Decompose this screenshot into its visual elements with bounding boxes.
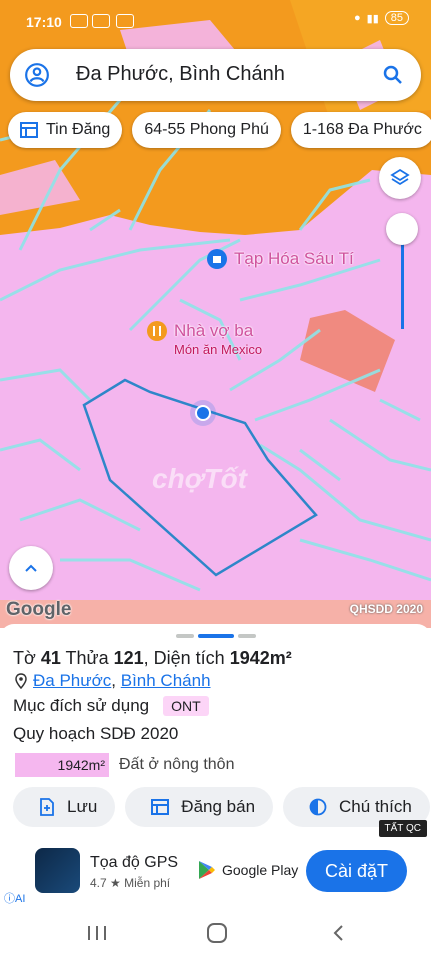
- sheet-handle[interactable]: [176, 634, 256, 638]
- status-time: 17:10: [26, 14, 62, 30]
- status-bar: 17:10 ● ▮▮ 85: [0, 0, 431, 44]
- contrast-icon: [309, 798, 327, 816]
- status-icons: ● ▮▮ 85: [354, 11, 409, 25]
- poi-sublabel: Món ăn Mexico: [174, 342, 263, 357]
- layers-button[interactable]: [379, 157, 421, 199]
- district-link[interactable]: Bình Chánh: [121, 671, 211, 690]
- search-query[interactable]: Đa Phước, Bình Chánh: [76, 63, 285, 86]
- location-pin-icon: [15, 673, 27, 689]
- land-use-purpose: Mục đích sử dụng ONT: [13, 696, 209, 716]
- account-icon[interactable]: [24, 62, 50, 88]
- search-icon[interactable]: [381, 63, 405, 87]
- legend-desc: Đất ở nông thôn: [119, 756, 235, 773]
- poi-store[interactable]: Tạp Hóa Sáu Tí: [206, 248, 354, 270]
- map-view[interactable]: 17:10 ● ▮▮ 85 Đa Phước, Bình Chánh Tin Đ…: [0, 0, 431, 628]
- chip-label: 64-55 Phong Phú: [144, 121, 269, 138]
- poi-restaurant[interactable]: Nhà vợ ba: [146, 320, 253, 342]
- poi-label: Nhà vợ ba: [174, 321, 254, 340]
- land-use-code: ONT: [163, 696, 209, 716]
- close-ad-button[interactable]: TẤT QC: [378, 820, 427, 837]
- plan-legend: 1942m² Đất ở nông thôn: [15, 753, 234, 777]
- chip-label: 1-168 Đa Phước: [302, 121, 422, 138]
- chip-address[interactable]: 64-55 Phong Phú: [132, 112, 281, 148]
- opacity-slider-handle[interactable]: [386, 213, 418, 245]
- system-nav-bar: [0, 906, 431, 960]
- notification-icon: [70, 14, 88, 28]
- back-button[interactable]: [329, 923, 349, 943]
- google-logo: Google: [6, 599, 72, 620]
- ad-app-name: Tọa độ GPS: [90, 854, 179, 871]
- google-play-badge: Google Play: [198, 860, 298, 880]
- ad-rating: 4.7 ★ Miễn phí: [90, 876, 171, 890]
- expand-up-button[interactable]: [9, 546, 53, 590]
- post-sale-button[interactable]: Đăng bán: [125, 787, 274, 827]
- recent-apps-button[interactable]: [88, 926, 106, 940]
- google-play-icon: [199, 861, 215, 879]
- my-location-dot: [190, 400, 216, 426]
- action-row: Lưu Đăng bán Chú thích: [13, 787, 430, 827]
- parcel-location: Đa Phước, Bình Chánh: [15, 671, 211, 691]
- chevron-up-icon: [25, 564, 37, 572]
- notification-icon: [116, 14, 134, 28]
- home-button[interactable]: [207, 923, 227, 943]
- listing-icon: [151, 799, 170, 815]
- poi-label: Tạp Hóa Sáu Tí: [234, 249, 354, 268]
- location-icon: ●: [353, 12, 361, 24]
- watermark-logo: chợTốt: [152, 463, 248, 494]
- chip-listings[interactable]: Tin Đăng: [8, 112, 123, 148]
- listing-icon: [20, 122, 38, 138]
- signal-icon: ▮▮: [366, 12, 379, 25]
- chip-address[interactable]: 1-168 Đa Phước: [290, 112, 431, 148]
- legend-swatch: 1942m²: [15, 753, 109, 777]
- save-icon: [40, 798, 54, 816]
- install-button[interactable]: Cài đặT: [306, 850, 407, 892]
- restaurant-pin-icon: [147, 321, 167, 341]
- parcel-title: Tờ 41 Thửa 121, Diện tích 1942m²: [13, 648, 292, 668]
- battery-icon: 85: [384, 11, 409, 25]
- ad-info-icon[interactable]: ⓘAI: [4, 890, 25, 906]
- parcel-info-sheet: Tờ 41 Thửa 121, Diện tích 1942m² Đa Phướ…: [0, 624, 431, 827]
- commune-link[interactable]: Đa Phước: [33, 671, 111, 690]
- save-button[interactable]: Lưu: [13, 787, 116, 827]
- chip-label: Tin Đăng: [46, 121, 111, 138]
- chip-row: Tin Đăng 64-55 Phong Phú 1-168 Đa Phước: [8, 112, 431, 148]
- plan-title: Quy hoạch SDĐ 2020: [13, 724, 179, 743]
- shop-pin-icon: [207, 249, 227, 269]
- notification-icon: [92, 14, 110, 28]
- ad-banner[interactable]: Tọa độ GPS 4.7 ★ Miễn phí Google Play Cà…: [0, 838, 431, 906]
- layer-name-label: QHSDD 2020: [349, 602, 423, 616]
- search-bar[interactable]: Đa Phước, Bình Chánh: [10, 49, 421, 101]
- app-icon: [35, 848, 80, 893]
- layers-icon: [390, 168, 410, 186]
